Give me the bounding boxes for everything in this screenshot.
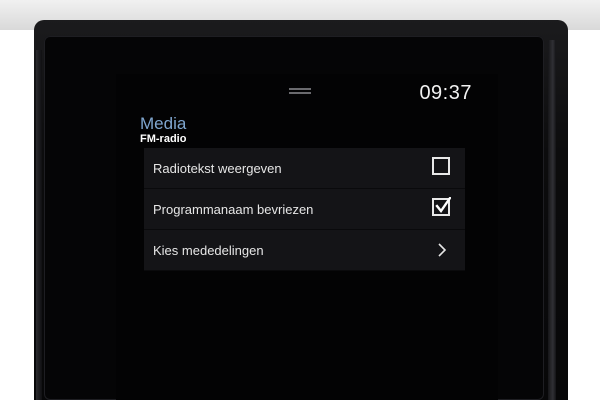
chevron-right-icon	[438, 243, 447, 257]
infotainment-screen: 09:37 Media FM-radio Radiotekst weergeve…	[116, 74, 498, 400]
bezel-edge-left	[36, 50, 42, 400]
radiotext-checkbox[interactable]	[432, 157, 450, 175]
settings-list: Radiotekst weergeven Programmanaam bevri…	[144, 148, 465, 271]
setting-label: Radiotekst weergeven	[153, 161, 282, 176]
setting-label: Programmanaam bevriezen	[153, 202, 314, 217]
bezel-edge-right	[548, 40, 556, 400]
page-subtitle: FM-radio	[140, 133, 187, 145]
checkmark-icon	[435, 197, 451, 214]
status-clock: 09:37	[419, 82, 472, 104]
pull-down-handle-icon[interactable]	[289, 88, 311, 94]
freeze-programme-name-checkbox[interactable]	[432, 197, 451, 216]
page-title: Media	[140, 114, 187, 133]
setting-row-announcements[interactable]: Kies mededelingen	[144, 230, 465, 271]
setting-row-freeze-programme-name[interactable]: Programmanaam bevriezen	[144, 189, 465, 230]
setting-row-radiotext[interactable]: Radiotekst weergeven	[144, 148, 465, 189]
car-dashboard-photo: 09:37 Media FM-radio Radiotekst weergeve…	[0, 0, 600, 400]
setting-label: Kies mededelingen	[153, 243, 264, 258]
